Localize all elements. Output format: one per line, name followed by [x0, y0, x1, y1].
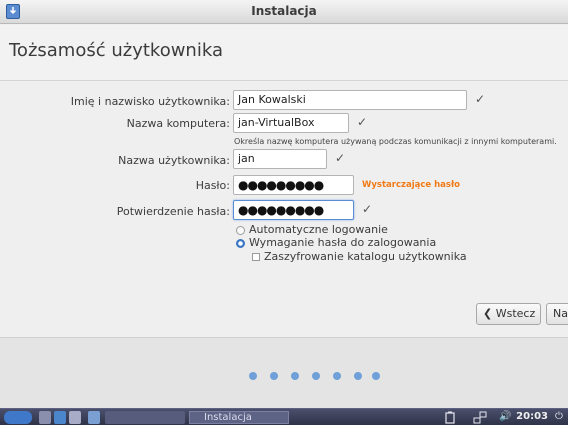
page-header: Tożsamość użytkownika — [0, 25, 568, 81]
progress-dot — [354, 372, 362, 380]
encrypt-home-label[interactable]: Zaszyfrowanie katalogu użytkownika — [264, 250, 467, 263]
progress-dot — [291, 372, 299, 380]
auto-login-label[interactable]: Automatyczne logowanie — [249, 223, 388, 236]
clock[interactable]: 20:03 — [516, 411, 548, 422]
computer-name-input[interactable]: jan-VirtualBox — [233, 113, 349, 133]
auto-login-radio[interactable] — [236, 226, 245, 235]
next-button[interactable]: Na — [546, 303, 568, 325]
full-name-label: Imię i nazwisko użytkownika: — [70, 95, 230, 108]
installer-window: Instalacja Tożsamość użytkownika Imię i … — [0, 0, 568, 408]
require-password-label[interactable]: Wymaganie hasła do zalogowania — [249, 236, 436, 249]
network-icon[interactable] — [473, 411, 487, 424]
title-bar: Instalacja — [0, 0, 568, 24]
progress-footer — [0, 337, 568, 408]
encrypt-home-checkbox[interactable] — [252, 253, 260, 261]
progress-dot — [312, 372, 320, 380]
installer-launcher-icon[interactable] — [88, 411, 100, 424]
confirm-password-input[interactable]: ●●●●●●●●● — [233, 200, 354, 220]
full-name-check-icon: ✓ — [475, 92, 486, 106]
username-input[interactable]: jan — [233, 149, 327, 169]
username-check-icon: ✓ — [335, 151, 346, 165]
browser-icon[interactable] — [54, 411, 66, 424]
file-manager-icon[interactable] — [39, 411, 51, 424]
require-password-radio[interactable] — [236, 239, 245, 248]
progress-dot — [333, 372, 341, 380]
desktop-icon[interactable] — [69, 411, 81, 424]
computer-name-check-icon: ✓ — [357, 115, 368, 129]
progress-dot — [372, 372, 380, 380]
workspace-switcher[interactable] — [105, 411, 185, 424]
user-identity-form: Imię i nazwisko użytkownika: Jan Kowalsk… — [0, 82, 568, 337]
computer-name-label: Nazwa komputera: — [126, 117, 230, 130]
power-icon[interactable]: ⏻ — [555, 411, 563, 422]
progress-dot — [249, 372, 257, 380]
full-name-input[interactable]: Jan Kowalski — [233, 90, 467, 110]
page-title: Tożsamość użytkownika — [9, 40, 223, 61]
battery-icon[interactable] — [444, 411, 456, 424]
username-label: Nazwa użytkownika: — [118, 154, 230, 167]
password-label: Hasło: — [195, 179, 230, 192]
computer-name-hint: Określa nazwę komputera używaną podczas … — [234, 137, 557, 146]
window-title: Instalacja — [251, 4, 317, 18]
start-menu-icon[interactable] — [4, 411, 32, 424]
taskbar: Instalacja 🔊 20:03 ⏻ — [0, 408, 568, 425]
progress-dot — [270, 372, 278, 380]
back-button[interactable]: ❮ Wstecz — [476, 303, 541, 325]
taskbar-task-installer[interactable]: Instalacja — [189, 411, 289, 424]
confirm-password-label: Potwierdzenie hasła: — [116, 205, 230, 218]
password-strength: Wystarczające hasło — [362, 180, 460, 190]
confirm-password-check-icon: ✓ — [362, 202, 373, 216]
volume-icon[interactable]: 🔊 — [499, 411, 511, 422]
password-input[interactable]: ●●●●●●●●● — [233, 175, 354, 195]
